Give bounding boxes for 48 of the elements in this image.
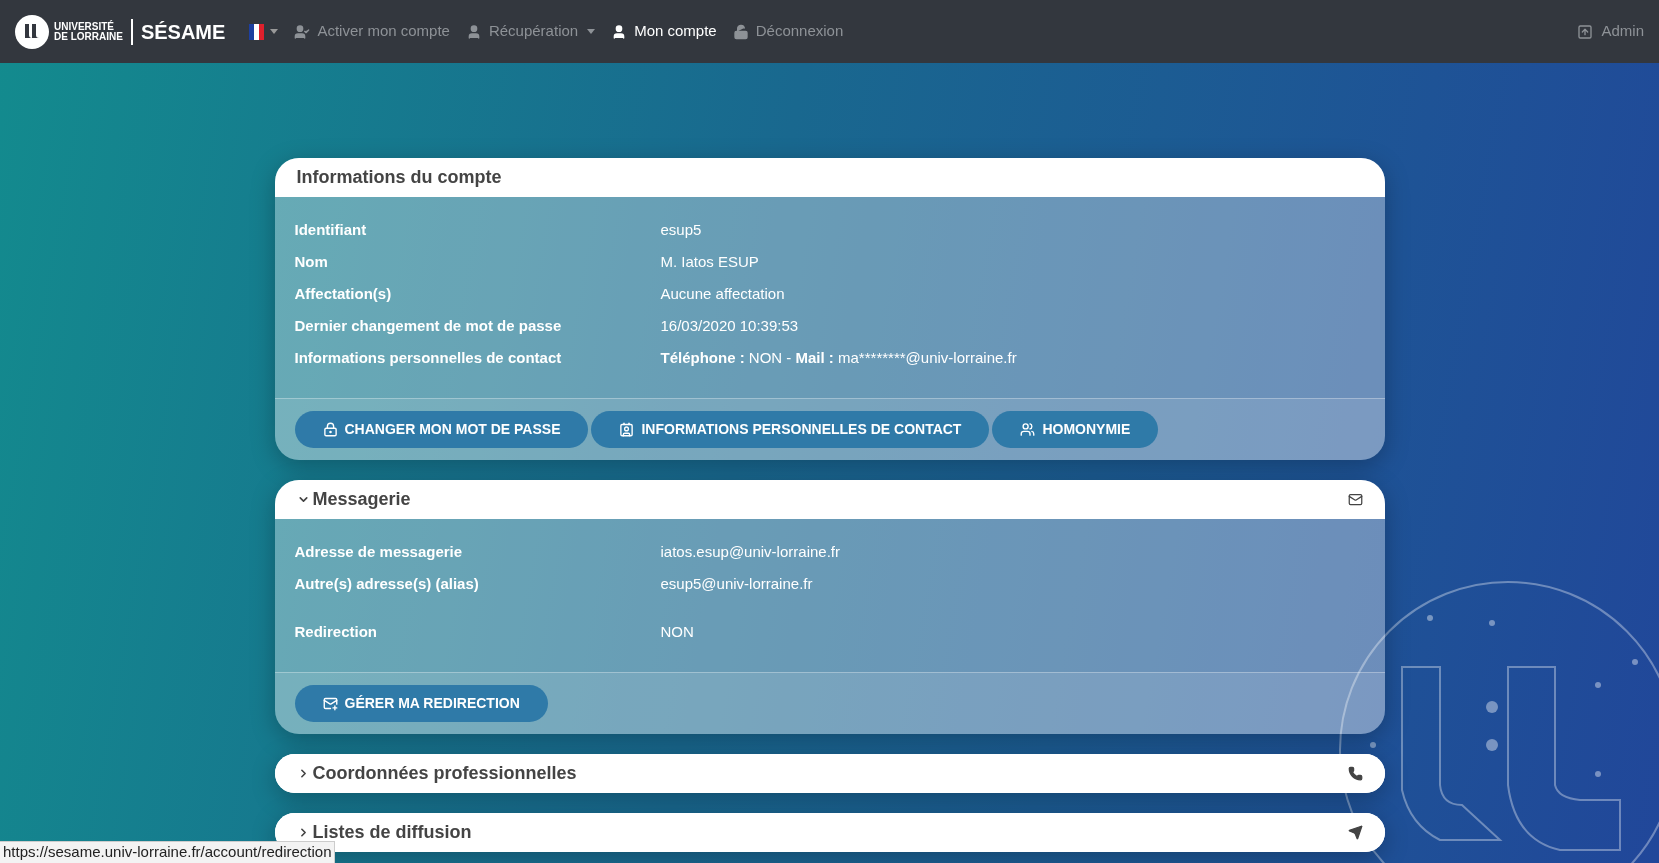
mail-plus-icon (322, 696, 338, 711)
nav-link[interactable]: Déconnexion (732, 20, 844, 43)
action-button[interactable]: GÉRER MA REDIRECTION (294, 685, 548, 722)
card-title: Messagerie (312, 488, 411, 511)
flag-icon (249, 23, 265, 40)
field-label: Dernier changement de mot de passe (294, 315, 563, 336)
field-label: Identifiant (294, 219, 368, 240)
paper-plane-icon (1347, 825, 1363, 840)
logo-icon (15, 14, 49, 49)
app-name: SÉSAME (140, 19, 226, 45)
phone-icon (1347, 766, 1363, 781)
field-label: Autre(s) adresse(s) (alias) (294, 573, 480, 594)
admin-link[interactable]: Admin (1577, 20, 1644, 43)
field-label: Affectation(s) (294, 283, 393, 304)
action-button[interactable]: CHANGER MON MOT DE PASSE (294, 411, 589, 448)
field-value: 16/03/2020 10:39:53 (660, 315, 799, 336)
field-value: Aucune affectation (660, 283, 785, 304)
upload-icon (1577, 23, 1594, 40)
caret-icon (270, 29, 279, 34)
card-title: Coordonnées professionnelles (312, 762, 577, 785)
brand-line: DE LORRAINE (54, 31, 123, 42)
card-header[interactable]: Coordonnées professionnelles (274, 754, 1385, 793)
language-dropdown[interactable] (249, 23, 279, 40)
action-button[interactable]: INFORMATIONS PERSONNELLES DE CONTACT (591, 411, 990, 448)
status-bar: https://sesame.univ-lorraine.fr/account/redirection (0, 841, 336, 863)
field-label: Nom (294, 251, 329, 272)
brand-line: UNIVERSITÉ (54, 21, 115, 32)
field-value: iatos.esup@univ-lorraine.fr (660, 541, 840, 562)
field-value: Téléphone : NON - Mail : ma********@univ-lorraine.fr (660, 347, 1017, 368)
nav-link[interactable]: Récupération (465, 20, 596, 43)
field-label: Redirection (294, 621, 378, 642)
contact-icon (619, 422, 635, 437)
card-header[interactable]: Messagerie (274, 480, 1385, 519)
envelope-icon (1347, 492, 1363, 507)
field-value: NON (660, 621, 694, 642)
field-label: Adresse de messagerie (294, 541, 464, 562)
field-label: Informations personnelles de contact (294, 347, 563, 368)
field-value: M. Iatos ESUP (660, 251, 759, 272)
action-button[interactable]: HOMONYMIE (992, 411, 1159, 448)
lock-icon (322, 422, 338, 437)
caret-icon (587, 29, 596, 34)
nav-link[interactable]: Activer mon compte (294, 20, 450, 43)
nav-link[interactable]: Mon compte (611, 20, 717, 43)
card-title: Listes de diffusion (312, 821, 472, 844)
card-title: Informations du compte (296, 166, 502, 189)
field-value: esup5@univ-lorraine.fr (660, 573, 813, 594)
users-icon (1020, 422, 1036, 437)
field-value: esup5 (660, 219, 702, 240)
